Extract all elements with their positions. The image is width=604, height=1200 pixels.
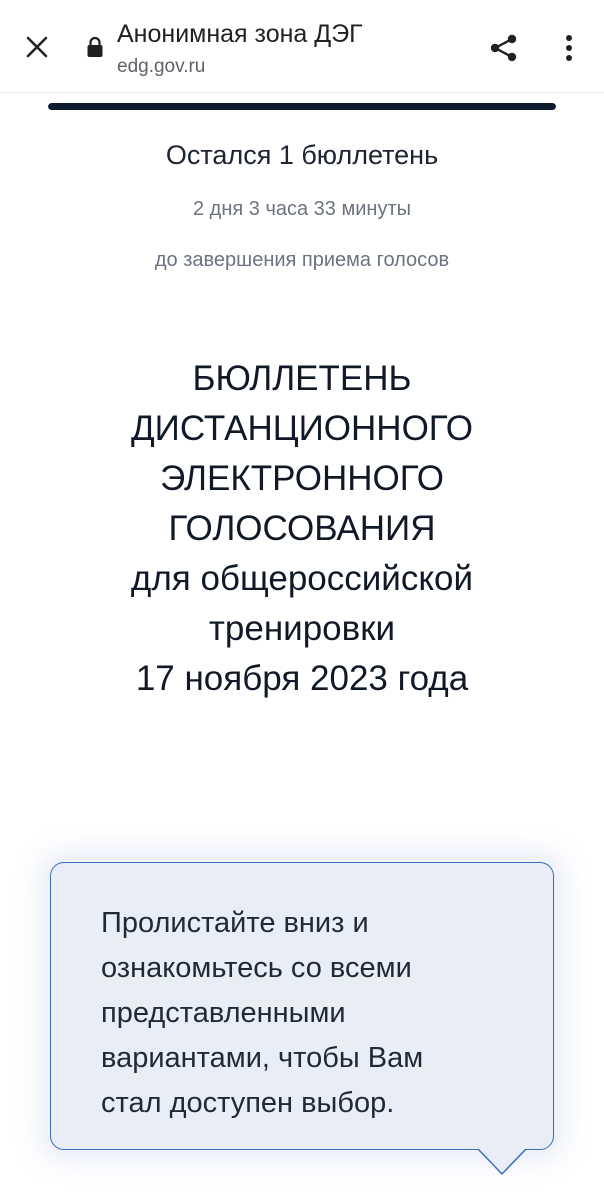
ballots-left-text: Остался 1 бюллетень [165,140,439,170]
ballot-date-line: 17 ноября 2023 года [135,659,469,698]
close-icon [26,36,48,58]
more-vert-icon [566,35,572,61]
deadline-note: до завершения приема голосов [154,249,450,271]
more-menu-button[interactable] [552,28,586,68]
scroll-hint-line: Пролистайте вниз и [101,907,369,939]
reading-progress-fill [48,103,556,110]
tooltip-pointer-arrow [476,1147,528,1175]
scroll-hint-tooltip: Пролистайте вниз и ознакомьтесь со всеми… [50,862,554,1150]
ballot-title: БЮЛЛЕТЕНЬ ДИСТАНЦИОННОГО ЭЛЕКТРОННОГО ГО… [40,354,564,704]
ballot-title-line: ДИСТАНЦИОННОГО [130,409,474,448]
reading-progress-bar [48,103,556,110]
share-icon [490,34,517,62]
browser-top-bar: Анонимная зона ДЭГ edg.gov.ru [0,0,604,93]
site-title: Анонимная зона ДЭГ [117,20,363,48]
scroll-hint-line: ознакомьтесь со всеми [101,952,412,984]
scroll-hint-line: вариантами, чтобы Вам [101,1042,424,1074]
ballot-subtitle-line: для общероссийской [130,559,474,598]
scroll-hint-text: Пролистайте вниз и ознакомьтесь со всеми… [101,901,513,1126]
ballot-title-line: ЭЛЕКТРОННОГО [160,459,444,498]
scroll-hint-line: стал доступен выбор. [101,1087,395,1119]
time-left-text: 2 дня 3 часа 33 минуты [193,198,411,220]
site-url: edg.gov.ru [117,56,206,77]
ballot-subtitle-line: тренировки [208,609,396,648]
close-button[interactable] [18,28,56,66]
lock-icon [87,36,103,57]
ballot-title-line: БЮЛЛЕТЕНЬ [192,359,412,398]
ballot-title-line: ГОЛОСОВАНИЯ [168,509,436,548]
share-button[interactable] [484,28,524,68]
scroll-hint-line: представленными [101,997,346,1029]
